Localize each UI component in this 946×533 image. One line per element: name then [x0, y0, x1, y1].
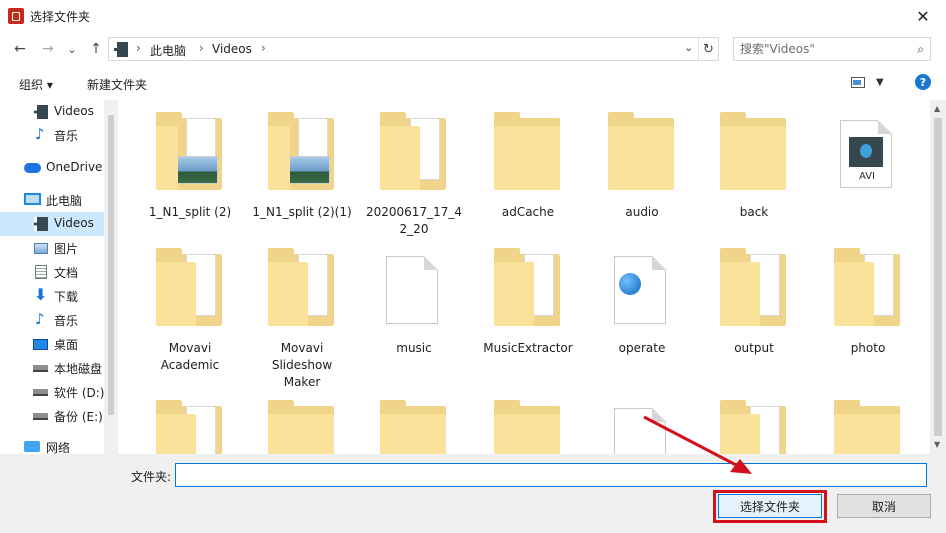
annotation-arrow-head	[730, 459, 752, 474]
annotation-arrow	[643, 415, 752, 474]
annotation-arrow-line	[643, 415, 739, 468]
